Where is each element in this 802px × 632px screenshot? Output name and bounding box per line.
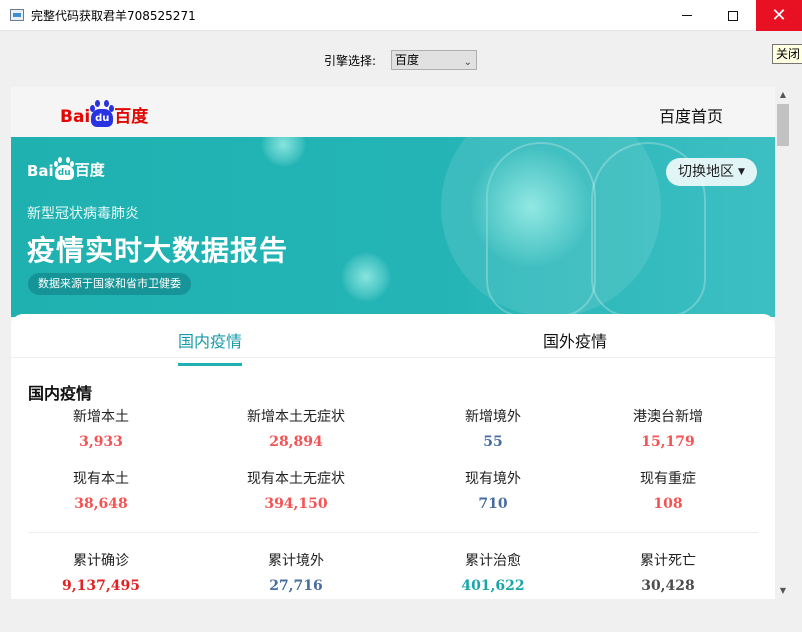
switch-region-label: 切换地区 — [678, 164, 735, 180]
stat-label: 累计境外 — [268, 553, 324, 569]
region-tabs: 国内疫情 国外疫情 — [11, 314, 775, 366]
stat-current-imported: 现有境外 710 — [403, 468, 583, 512]
scroll-thumb[interactable] — [777, 104, 789, 146]
page-header: Bai du 百度 百度首页 — [11, 87, 775, 137]
stat-new-local: 新增本土 3,933 — [11, 406, 191, 450]
stat-current-severe: 现有重症 108 — [578, 468, 758, 512]
stat-total-deaths: 累计死亡 30,428 — [578, 550, 758, 594]
close-icon: ✕ — [771, 5, 787, 26]
banner-subtitle: 新型冠状病毒肺炎 — [27, 206, 139, 222]
stats-card: 国内疫情 国外疫情 国内疫情 新增本土 3,933 新增本土无症状 28,894… — [11, 314, 775, 599]
chevron-down-icon: ⌄ — [463, 57, 472, 68]
stat-value: 38,648 — [74, 496, 128, 512]
stat-label: 累计死亡 — [640, 553, 696, 569]
engine-select[interactable]: 百度 ⌄ — [391, 50, 477, 70]
stat-label: 累计确诊 — [73, 553, 129, 569]
logo-text-baidu-cn: 百度 — [114, 107, 149, 127]
stat-label: 新增本土 — [73, 409, 129, 425]
stat-total-imported: 累计境外 27,716 — [206, 550, 386, 594]
epidemic-banner: Bai du 百度 新型冠状病毒肺炎 疫情实时大数据报告 数据来源于国家和省市卫… — [11, 137, 775, 317]
logo-paw-du: du — [91, 100, 114, 127]
tab-domestic[interactable]: 国内疫情 — [178, 328, 243, 366]
window-titlebar: 完整代码获取君羊708525271 ✕ — [0, 0, 802, 31]
stats-divider — [28, 532, 758, 533]
stat-new-local-asymptomatic: 新增本土无症状 28,894 — [206, 406, 386, 450]
close-tooltip: 关闭 — [772, 44, 802, 64]
browser-viewport[interactable]: Bai du 百度 百度首页 Bai du 百度 新型冠状病毒肺炎 疫情实时大数… — [11, 87, 775, 599]
baidu-logo[interactable]: Bai du 百度 — [60, 97, 148, 127]
maximize-icon — [728, 10, 738, 21]
vertical-scrollbar[interactable]: ▲ ▼ — [775, 87, 791, 599]
virus-illustration-small — [341, 252, 391, 302]
engine-selected-value: 百度 — [395, 53, 420, 67]
stat-value: 3,933 — [79, 434, 123, 450]
stat-label: 累计治愈 — [465, 553, 521, 569]
app-icon — [10, 9, 24, 21]
window-title: 完整代码获取君羊708525271 — [31, 9, 196, 23]
stat-total-confirmed: 累计确诊 9,137,495 — [11, 550, 191, 594]
stat-value: 401,622 — [461, 578, 525, 594]
stat-label: 新增本土无症状 — [247, 409, 345, 425]
scroll-up-icon[interactable]: ▲ — [775, 87, 791, 103]
switch-region-button[interactable]: 切换地区 ▼ — [666, 158, 757, 186]
logo-text-bai: Bai — [60, 107, 91, 127]
stat-label: 现有本土 — [73, 471, 129, 487]
stat-value: 28,894 — [269, 434, 323, 450]
stat-new-hk-macao-tw: 港澳台新增 15,179 — [578, 406, 758, 450]
stat-label: 现有境外 — [465, 471, 521, 487]
scroll-down-icon[interactable]: ▼ — [775, 583, 791, 599]
stat-value: 108 — [653, 496, 683, 512]
minimize-icon — [682, 15, 692, 16]
stat-label: 港澳台新增 — [633, 409, 703, 425]
stat-value: 9,137,495 — [62, 578, 140, 594]
virus-illustration-corner — [261, 137, 306, 167]
data-source-badge: 数据来源于国家和省市卫健委 — [28, 273, 191, 295]
baidu-home-link[interactable]: 百度首页 — [659, 103, 723, 127]
minimize-button[interactable] — [664, 0, 710, 31]
stat-label: 现有本土无症状 — [247, 471, 345, 487]
stat-value: 710 — [478, 496, 508, 512]
stat-label: 现有重症 — [640, 471, 696, 487]
stat-total-cured: 累计治愈 401,622 — [403, 550, 583, 594]
banner-title: 疫情实时大数据报告 — [27, 234, 289, 267]
stat-current-local-asymptomatic: 现有本土无症状 394,150 — [206, 468, 386, 512]
stat-current-local: 现有本土 38,648 — [11, 468, 191, 512]
banner-logo-bai: Bai — [27, 162, 54, 180]
virus-illustration-large — [471, 147, 591, 267]
tab-foreign[interactable]: 国外疫情 — [543, 328, 607, 352]
maximize-button[interactable] — [710, 0, 756, 31]
stat-value: 15,179 — [641, 434, 695, 450]
section-title: 国内疫情 — [28, 384, 93, 403]
stat-value: 27,716 — [269, 578, 323, 594]
stat-value: 30,428 — [641, 578, 695, 594]
caret-down-icon: ▼ — [738, 167, 745, 177]
stat-new-imported: 新增境外 55 — [403, 406, 583, 450]
stat-value: 394,150 — [264, 496, 328, 512]
close-button[interactable]: ✕ — [756, 0, 802, 31]
stat-label: 新增境外 — [465, 409, 521, 425]
stat-value: 55 — [483, 434, 503, 450]
banner-baidu-logo: Bai du 百度 — [27, 157, 105, 180]
engine-label: 引擎选择: — [324, 54, 377, 68]
banner-logo-baidu-cn: 百度 — [74, 161, 105, 179]
banner-logo-paw: du — [54, 157, 74, 180]
